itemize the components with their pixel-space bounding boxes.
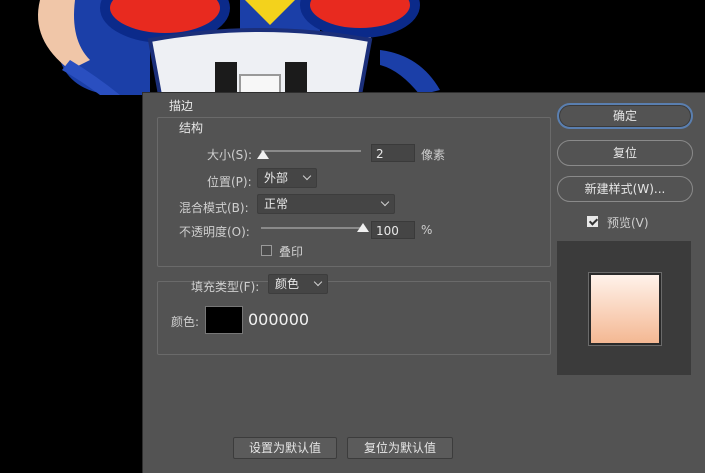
preview-swatch (589, 273, 661, 345)
fill-type-select[interactable]: 颜色 (268, 274, 328, 294)
size-unit: 像素 (421, 148, 446, 162)
opacity-slider[interactable] (261, 227, 361, 229)
blend-mode-select[interactable]: 正常 (257, 194, 395, 214)
size-input[interactable]: 2 (371, 144, 415, 162)
ok-button[interactable]: 确定 (557, 103, 693, 129)
opacity-label: 不透明度(O): (179, 225, 250, 239)
overprint-label: 叠印 (279, 245, 304, 259)
color-hex-value: 000000 (248, 310, 310, 329)
new-style-button[interactable]: 新建样式(W)... (557, 176, 693, 202)
section-title: 描边 (169, 99, 194, 113)
stroke-dialog: 描边 结构 大小(S): 2 像素 位置(P): 外部 混合模式(B): 正常 … (142, 92, 705, 473)
reset-default-button[interactable]: 复位为默认值 (347, 437, 453, 459)
position-value: 外部 (264, 171, 289, 185)
chevron-down-icon (302, 171, 312, 181)
size-slider-thumb-icon[interactable] (257, 150, 269, 159)
chevron-down-icon (380, 197, 390, 207)
preview-label: 预览(V) (607, 216, 649, 230)
blend-mode-value: 正常 (264, 197, 289, 211)
style-preview (557, 241, 691, 375)
structure-group (157, 117, 551, 267)
blend-mode-label: 混合模式(B): (179, 201, 249, 215)
fill-type-label: 填充类型(F): (191, 280, 260, 294)
reset-button[interactable]: 复位 (557, 140, 693, 166)
overprint-checkbox[interactable] (261, 245, 272, 256)
position-label: 位置(P): (207, 175, 252, 189)
preview-checkbox[interactable] (587, 216, 598, 227)
opacity-slider-thumb-icon[interactable] (357, 223, 369, 232)
structure-title: 结构 (179, 121, 204, 135)
set-default-button[interactable]: 设置为默认值 (233, 437, 337, 459)
color-swatch[interactable] (205, 306, 243, 334)
position-select[interactable]: 外部 (257, 168, 317, 188)
opacity-unit: % (421, 223, 433, 237)
size-slider[interactable] (261, 150, 361, 152)
chevron-down-icon (313, 277, 323, 287)
opacity-input[interactable]: 100 (371, 221, 415, 239)
size-label: 大小(S): (207, 148, 253, 162)
color-label: 颜色: (171, 315, 200, 329)
background-artwork (38, 0, 440, 97)
fill-type-value: 颜色 (275, 277, 300, 291)
